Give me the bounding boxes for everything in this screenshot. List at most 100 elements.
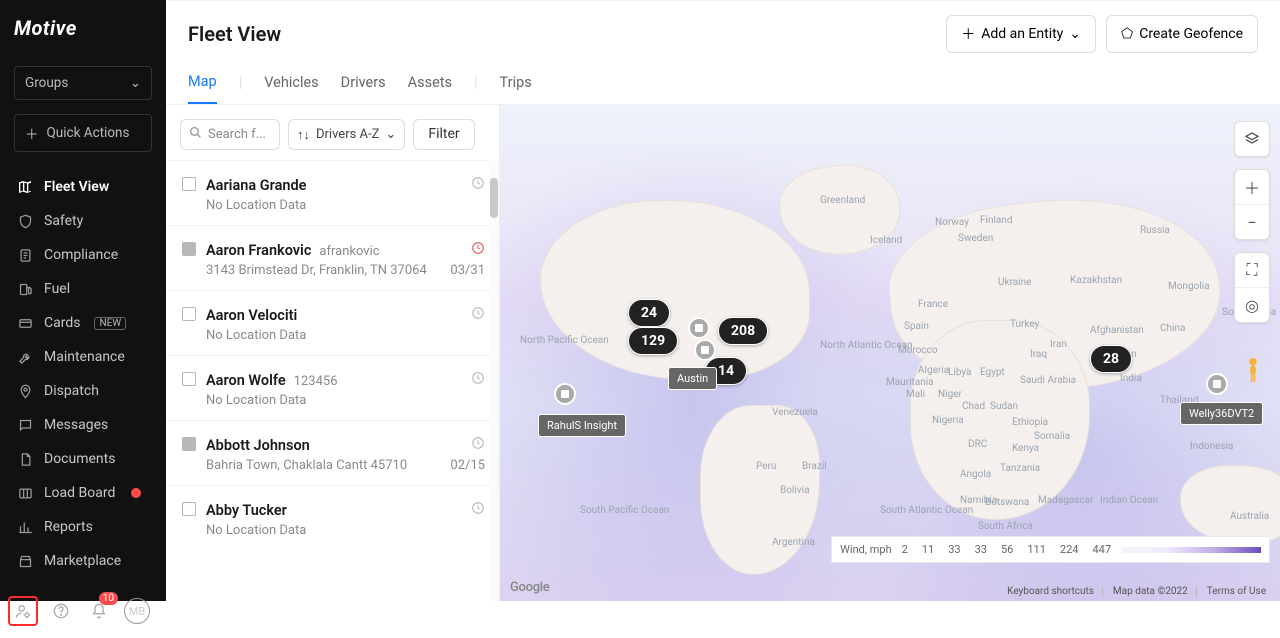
nav-item-fleet-view[interactable]: Fleet View: [0, 170, 166, 204]
sort-dropdown[interactable]: ↑↓ Drivers A-Z ⌄: [288, 119, 405, 150]
map-label: Somalia: [1034, 431, 1070, 442]
map-label: Morocco: [898, 345, 938, 356]
driver-row[interactable]: Aariana Grande No Location Data: [166, 160, 499, 225]
map-label: Mongolia: [1168, 281, 1210, 292]
checkbox[interactable]: [182, 242, 196, 256]
tab-vehicles[interactable]: Vehicles: [264, 74, 318, 103]
driver-row[interactable]: Aaron Frankovicafrankovic 3143 Brimstead…: [166, 225, 499, 290]
quick-actions-button[interactable]: ＋ Quick Actions: [14, 114, 152, 152]
zoom-in-icon[interactable]: ＋: [1235, 170, 1269, 204]
scrollbar-track: [489, 160, 499, 601]
nav-item-documents[interactable]: Documents: [0, 442, 166, 476]
search-input[interactable]: Search f...: [180, 119, 280, 150]
clock-icon: [471, 370, 485, 389]
map-label: Madagascar: [1038, 495, 1094, 506]
sort-icon: ↑↓: [297, 127, 310, 143]
nav-item-dispatch[interactable]: Dispatch: [0, 374, 166, 408]
map-label: North Pacific Ocean: [520, 335, 609, 346]
nav-item-cards[interactable]: CardsNEW: [0, 306, 166, 340]
nav-item-fuel[interactable]: Fuel: [0, 272, 166, 306]
checkbox[interactable]: [182, 307, 196, 321]
map-label: South Africa: [978, 521, 1033, 532]
tab-drivers[interactable]: Drivers: [341, 74, 386, 103]
nav-item-load-board[interactable]: Load Board: [0, 476, 166, 510]
alert-dot: [131, 488, 141, 498]
card-icon: [16, 314, 34, 332]
driver-row[interactable]: Abbott Johnson Bahria Town, Chaklala Can…: [166, 420, 499, 485]
checkbox[interactable]: [182, 437, 196, 451]
map-footer-link[interactable]: Map data ©2022: [1113, 586, 1197, 597]
driver-list[interactable]: Aariana Grande No Location Data Aaron Fr…: [166, 160, 499, 601]
nav-item-compliance[interactable]: Compliance: [0, 238, 166, 272]
filter-button[interactable]: Filter: [413, 119, 474, 150]
layers-icon[interactable]: [1235, 122, 1269, 156]
vehicle-marker[interactable]: [694, 339, 716, 361]
plus-icon: ＋: [25, 123, 39, 143]
cluster-pill[interactable]: 208: [718, 317, 768, 345]
map-label: Peru: [756, 461, 776, 472]
checkbox[interactable]: [182, 177, 196, 191]
driver-location: No Location Data: [206, 328, 306, 343]
map-label: Angola: [960, 469, 991, 480]
map-label: Tanzania: [1000, 463, 1040, 474]
create-geofence-button[interactable]: ⬠ Create Geofence: [1106, 15, 1258, 53]
checkbox[interactable]: [182, 372, 196, 386]
legend-gradient: [1121, 547, 1261, 553]
map-footer-link[interactable]: Terms of Use: [1207, 586, 1274, 597]
row-date: 02/15: [450, 458, 485, 473]
zoom-out-icon[interactable]: −: [1235, 205, 1269, 239]
map-label: Sudan: [990, 401, 1018, 412]
map-tag[interactable]: RahulS Insight: [538, 414, 626, 437]
clock-icon: [471, 435, 485, 454]
driver-location: Bahria Town, Chaklala Cantt 45710: [206, 458, 407, 473]
locate-icon[interactable]: ◎: [1235, 288, 1269, 322]
tab-trips[interactable]: Trips: [500, 74, 532, 103]
map-label: Indonesia: [1190, 441, 1233, 452]
map-label: Spain: [904, 321, 929, 332]
driver-location: No Location Data: [206, 198, 306, 213]
map-tag[interactable]: Austin: [668, 367, 717, 390]
map-label: Russia: [1140, 225, 1170, 236]
chevron-down-icon: ⌄: [130, 75, 141, 91]
map-tag[interactable]: Welly36DVT2: [1180, 402, 1263, 425]
help-icon[interactable]: [48, 598, 74, 624]
map-view[interactable]: North Pacific OceanNorth Atlantic OceanS…: [500, 105, 1280, 601]
map-label: Mauritania: [886, 377, 934, 388]
add-entity-button[interactable]: ＋ Add an Entity ⌄: [946, 15, 1096, 53]
driver-row[interactable]: Aaron Velociti No Location Data: [166, 290, 499, 355]
cluster-pill[interactable]: 129: [628, 327, 678, 355]
vehicle-marker[interactable]: [688, 317, 710, 339]
nav-item-reports[interactable]: Reports: [0, 510, 166, 544]
pin-icon: [16, 382, 34, 400]
groups-dropdown[interactable]: Groups ⌄: [14, 66, 152, 100]
tab-map[interactable]: Map: [188, 73, 217, 104]
scrollbar-thumb[interactable]: [490, 178, 498, 218]
notifications-icon[interactable]: 10: [86, 598, 112, 624]
driver-row[interactable]: Aaron Wolfe123456 No Location Data: [166, 355, 499, 420]
map-label: Brazil: [802, 461, 827, 472]
admin-settings-icon[interactable]: [10, 598, 36, 624]
nav-item-maintenance[interactable]: Maintenance: [0, 340, 166, 374]
driver-name: Aaron Wolfe: [206, 372, 286, 389]
tab-assets[interactable]: Assets: [408, 74, 452, 103]
vehicle-marker[interactable]: [554, 383, 576, 405]
map-footer-link[interactable]: Keyboard shortcuts: [1007, 586, 1103, 597]
pegman-icon[interactable]: [1236, 353, 1270, 387]
map-label: Kenya: [1012, 443, 1039, 454]
fullscreen-icon[interactable]: ⛶: [1235, 253, 1269, 287]
nav-item-marketplace[interactable]: Marketplace: [0, 544, 166, 578]
driver-username: afrankovic: [319, 244, 379, 259]
nav-item-messages[interactable]: Messages: [0, 408, 166, 442]
nav-item-safety[interactable]: Safety: [0, 204, 166, 238]
vehicle-marker[interactable]: [1206, 373, 1228, 395]
main: Fleet View ＋ Add an Entity ⌄ ⬠ Create Ge…: [166, 0, 1280, 601]
map-label: Libya: [948, 367, 971, 378]
cluster-pill[interactable]: 28: [1090, 345, 1132, 373]
driver-panel: Search f... ↑↓ Drivers A-Z ⌄ Filter Aari…: [166, 105, 500, 601]
user-avatar[interactable]: MB: [124, 598, 150, 624]
driver-row[interactable]: Abby Tucker No Location Data: [166, 485, 499, 550]
cluster-pill[interactable]: 24: [628, 299, 670, 327]
driver-location: No Location Data: [206, 523, 306, 538]
checkbox[interactable]: [182, 502, 196, 516]
clock-icon: [471, 240, 485, 259]
